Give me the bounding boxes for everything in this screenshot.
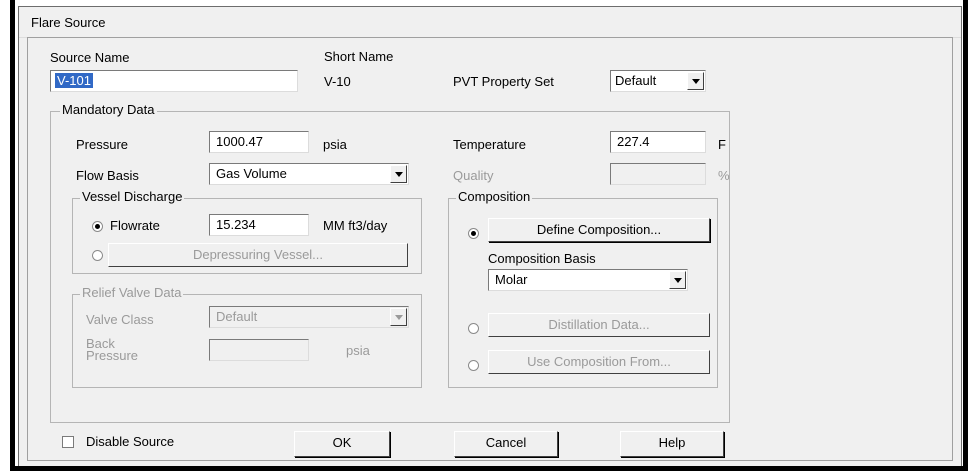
- define-composition-button[interactable]: Define Composition...: [488, 218, 710, 242]
- temperature-label: Temperature: [453, 137, 526, 152]
- depressuring-radio[interactable]: [92, 250, 103, 261]
- composition-basis-label: Composition Basis: [488, 251, 596, 266]
- ok-button[interactable]: OK: [294, 431, 390, 457]
- dialog-client-area: Source Name V-101 Short Name V-10 PVT Pr…: [27, 37, 953, 461]
- distillation-radio[interactable]: [468, 323, 479, 334]
- pressure-label: Pressure: [76, 137, 129, 152]
- pvt-property-set-dropdown[interactable]: Default: [610, 70, 706, 92]
- left-edge-bar: [10, 0, 15, 471]
- flowrate-input[interactable]: 15.234: [209, 214, 309, 236]
- flowrate-radio[interactable]: [92, 221, 103, 232]
- short-name-value: V-10: [324, 74, 351, 89]
- mandatory-data-title: Mandatory Data: [60, 102, 157, 117]
- temperature-unit: F: [718, 137, 726, 152]
- quality-label: Quality: [453, 168, 494, 183]
- chevron-down-icon[interactable]: [669, 271, 686, 289]
- relief-valve-title: Relief Valve Data: [80, 285, 184, 300]
- flow-basis-label: Flow Basis: [76, 168, 139, 183]
- help-button[interactable]: Help: [620, 431, 724, 457]
- vessel-discharge-title: Vessel Discharge: [80, 189, 185, 204]
- chevron-down-icon[interactable]: [390, 165, 407, 183]
- flowrate-label: Flowrate: [110, 218, 160, 233]
- temperature-input[interactable]: 227.4: [610, 131, 706, 153]
- title-bar: Flare Source: [19, 7, 961, 38]
- flow-basis-value: Gas Volume: [216, 166, 287, 181]
- cancel-button[interactable]: Cancel: [454, 431, 558, 457]
- right-edge-bar: [963, 0, 968, 471]
- back-pressure-label-line2: Pressure: [86, 348, 139, 363]
- short-name-label: Short Name: [324, 49, 394, 64]
- flare-source-dialog: Flare Source Source Name V-101 Short Nam…: [18, 6, 962, 468]
- valve-class-dropdown: Default: [209, 306, 409, 328]
- valve-class-value: Default: [216, 309, 258, 324]
- back-pressure-unit: psia: [346, 343, 370, 358]
- pressure-input[interactable]: 1000.47: [209, 131, 309, 153]
- back-pressure-input: [209, 339, 309, 361]
- chevron-down-icon[interactable]: [687, 72, 704, 90]
- flow-basis-dropdown[interactable]: Gas Volume: [209, 163, 409, 185]
- flowrate-unit: MM ft3/day: [323, 218, 388, 233]
- use-composition-from-radio[interactable]: [468, 360, 479, 371]
- valve-class-label: Valve Class: [86, 312, 154, 327]
- composition-basis-dropdown[interactable]: Molar: [488, 269, 688, 291]
- source-name-label: Source Name: [50, 50, 130, 65]
- pvt-property-set-label: PVT Property Set: [453, 74, 554, 89]
- disable-source-checkbox[interactable]: [62, 436, 74, 448]
- bottom-edge-bar: [10, 466, 968, 471]
- pvt-property-set-value: Default: [615, 73, 657, 88]
- use-composition-from-button: Use Composition From...: [488, 350, 710, 374]
- distillation-data-button: Distillation Data...: [488, 313, 710, 337]
- depressuring-vessel-button: Depressuring Vessel...: [108, 243, 408, 267]
- disable-source-label: Disable Source: [86, 434, 175, 449]
- quality-input: [610, 163, 706, 185]
- window-title: Flare Source: [31, 15, 106, 30]
- chevron-down-icon: [390, 308, 407, 326]
- pressure-unit: psia: [323, 137, 347, 152]
- define-composition-radio[interactable]: [468, 228, 479, 239]
- source-name-input[interactable]: V-101: [50, 70, 298, 92]
- quality-unit: %: [718, 168, 730, 183]
- composition-title: Composition: [456, 189, 533, 204]
- composition-basis-value: Molar: [495, 272, 528, 287]
